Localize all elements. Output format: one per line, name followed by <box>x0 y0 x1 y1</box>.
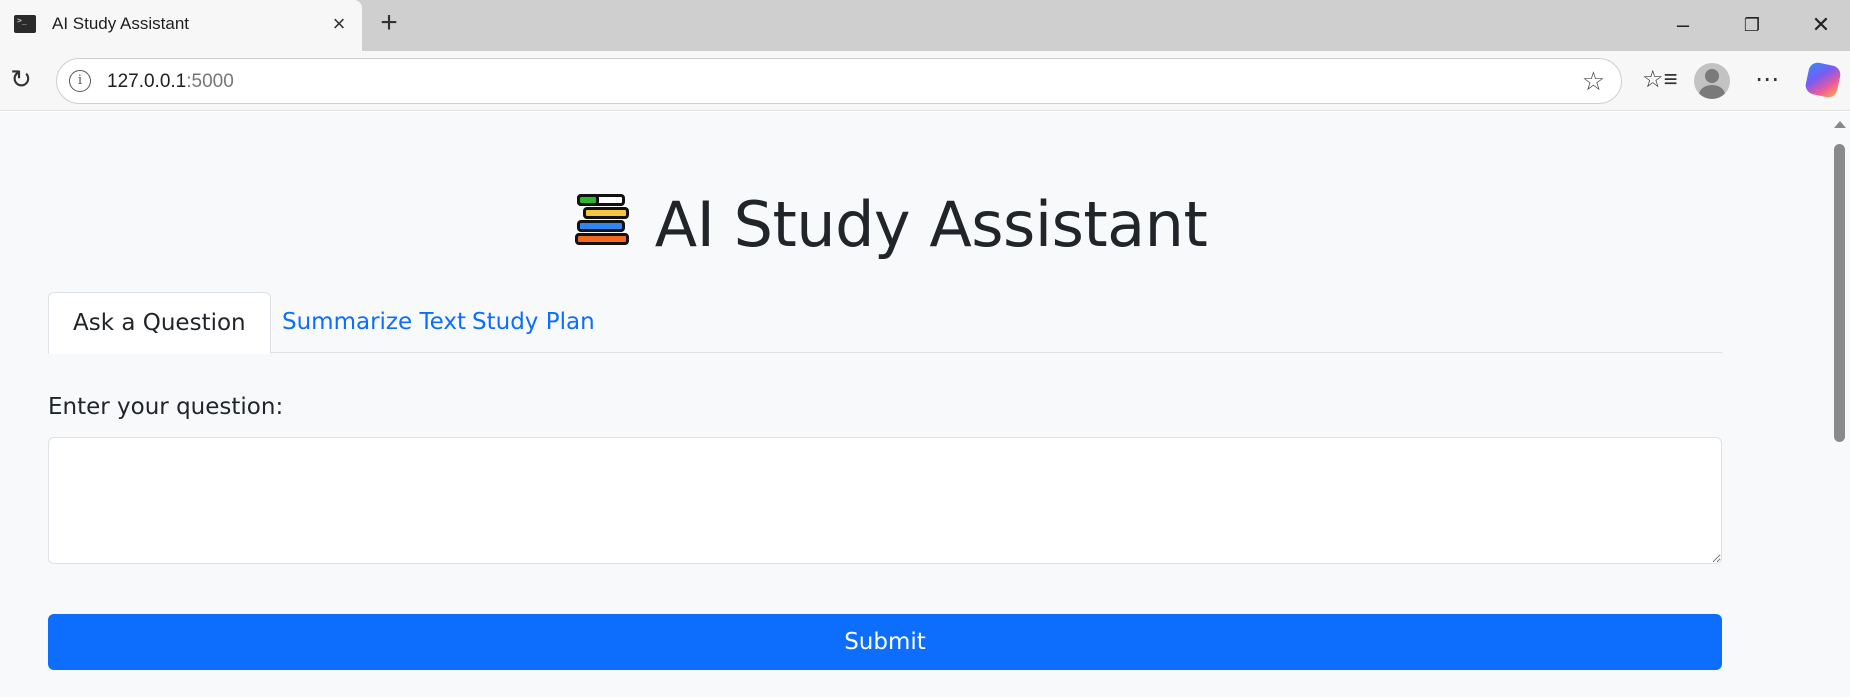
terminal-icon <box>14 15 36 33</box>
scroll-up-icon[interactable] <box>1834 121 1846 128</box>
page-title-text: AI Study Assistant <box>654 188 1208 261</box>
scrollbar[interactable] <box>1830 112 1850 697</box>
address-bar[interactable]: i 127.0.0.1:5000 ☆ <box>56 58 1622 104</box>
plus-icon[interactable]: + <box>374 8 404 39</box>
url-text[interactable]: 127.0.0.1:5000 <box>107 71 234 93</box>
question-label: Enter your question: <box>48 394 284 420</box>
browser-toolbar: ↻ i 127.0.0.1:5000 ☆ ☆≡ ⋯ <box>0 51 1850 111</box>
restore-icon[interactable]: ❐ <box>1737 10 1767 40</box>
more-icon[interactable]: ⋯ <box>1752 65 1782 95</box>
books-icon <box>573 192 635 252</box>
close-icon[interactable]: × <box>326 11 352 37</box>
minimize-icon[interactable]: – <box>1668 10 1698 40</box>
page-title: AI Study Assistant <box>0 188 1780 261</box>
url-port: :5000 <box>186 71 234 92</box>
browser-titlebar: AI Study Assistant × + – ❐ ✕ <box>0 0 1850 51</box>
tab-study-plan[interactable]: Study Plan <box>448 292 619 353</box>
star-icon[interactable]: ☆ <box>1582 67 1605 95</box>
submit-button[interactable]: Submit <box>48 614 1722 670</box>
tab-title: AI Study Assistant <box>52 14 190 33</box>
profile-avatar[interactable] <box>1694 63 1730 99</box>
browser-tab[interactable]: AI Study Assistant × <box>0 0 362 51</box>
question-input[interactable] <box>48 437 1722 564</box>
reload-icon[interactable]: ↻ <box>6 64 36 94</box>
close-icon[interactable]: ✕ <box>1806 10 1836 40</box>
tab-ask-question[interactable]: Ask a Question <box>48 292 271 354</box>
page-viewport: AI Study Assistant Ask a Question Summar… <box>0 112 1830 697</box>
info-icon[interactable]: i <box>69 70 91 92</box>
url-host: 127.0.0.1 <box>107 71 187 92</box>
nav-tabs: Ask a Question Summarize Text Study Plan <box>48 292 1722 354</box>
scroll-thumb[interactable] <box>1834 144 1845 442</box>
favorites-icon[interactable]: ☆≡ <box>1642 65 1678 95</box>
